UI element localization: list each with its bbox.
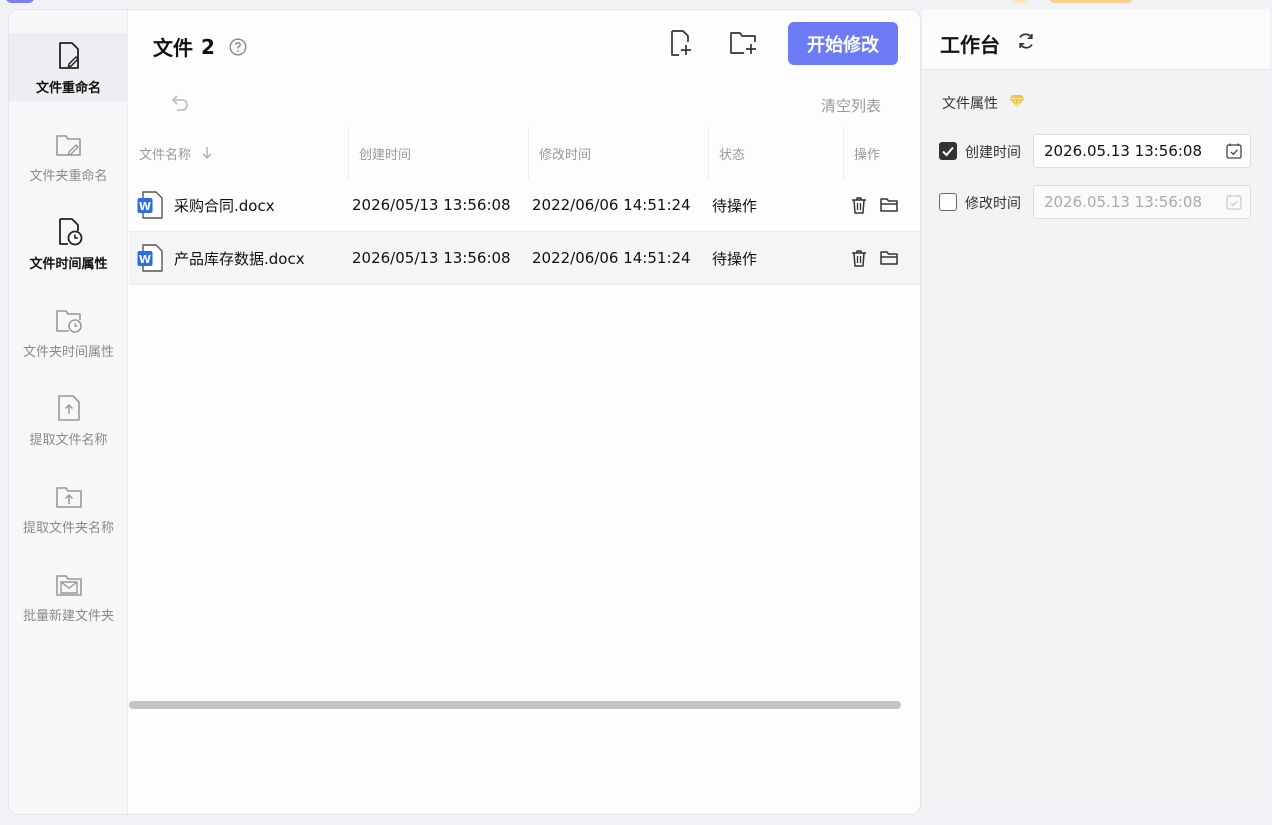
checkmark-icon bbox=[942, 146, 954, 157]
page-title-text: 文件 bbox=[153, 36, 193, 60]
sidebar-item-label: 文件重命名 bbox=[35, 81, 101, 96]
sidebar-item-label: 文件时间属性 bbox=[29, 257, 108, 272]
word-document-icon: W bbox=[137, 191, 163, 219]
add-file-icon[interactable] bbox=[666, 28, 696, 58]
help-icon[interactable] bbox=[229, 37, 247, 56]
create-time-label: 创建时间 bbox=[965, 145, 1021, 161]
modify-time-label: 修改时间 bbox=[965, 196, 1021, 212]
horizontal-scrollbar[interactable] bbox=[129, 701, 901, 709]
column-header-label: 修改时间 bbox=[539, 147, 592, 163]
window-top-strip bbox=[0, 0, 1272, 8]
sidebar-item-label: 提取文件名称 bbox=[29, 433, 108, 448]
column-header-actions: 操作 bbox=[854, 127, 880, 179]
main-card: 文件重命名 文件夹重命名 文件时间属性 文件夹时间属性 提取文件名称 提取文件夹… bbox=[8, 9, 921, 815]
column-header-label: 创建时间 bbox=[359, 147, 412, 163]
start-modify-button[interactable]: 开始修改 bbox=[788, 22, 898, 65]
file-name-cell: W 采购合同.docx bbox=[137, 179, 275, 231]
sidebar-item-label: 文件夹时间属性 bbox=[22, 345, 114, 360]
sidebar-item-file-rename[interactable]: 文件重命名 bbox=[9, 33, 128, 101]
status-cell: 待操作 bbox=[712, 249, 758, 268]
premium-diamond-icon bbox=[1009, 95, 1025, 108]
app-tab-indicator[interactable] bbox=[6, 0, 34, 3]
clear-list-button[interactable]: 清空列表 bbox=[821, 95, 881, 116]
file-name-cell: W 产品库存数据.docx bbox=[137, 232, 305, 284]
created-time-cell: 2026/05/13 13:56:08 bbox=[352, 249, 511, 267]
file-name: 采购合同.docx bbox=[174, 196, 275, 215]
workbench-panel: 工作台 文件属性 创建时间 修改时间 bbox=[922, 9, 1270, 795]
open-folder-icon[interactable] bbox=[879, 248, 899, 268]
add-folder-icon[interactable] bbox=[728, 28, 760, 58]
sidebar-item-extract-folder-name[interactable]: 提取文件夹名称 bbox=[9, 473, 128, 541]
modify-time-checkbox[interactable] bbox=[939, 193, 957, 211]
workbench-header: 工作台 bbox=[922, 9, 1270, 70]
folder-time-icon bbox=[55, 310, 82, 333]
column-divider[interactable] bbox=[843, 127, 844, 179]
column-header-status[interactable]: 状态 bbox=[719, 127, 745, 179]
word-document-icon: W bbox=[137, 244, 163, 272]
file-time-icon bbox=[58, 218, 82, 246]
column-header-label: 操作 bbox=[854, 147, 881, 163]
column-header-name[interactable]: 文件名称 bbox=[139, 127, 213, 179]
calendar-check-icon[interactable] bbox=[1225, 193, 1243, 211]
sort-arrow-down-icon[interactable] bbox=[201, 146, 213, 160]
create-time-row: 创建时间 bbox=[939, 134, 1259, 168]
sidebar-item-label: 文件夹重命名 bbox=[29, 169, 108, 184]
open-folder-icon[interactable] bbox=[879, 195, 899, 215]
column-header-label: 状态 bbox=[719, 147, 746, 163]
vip-badge[interactable] bbox=[1010, 0, 1030, 3]
file-list-area: 文件 2 开始修改 清空列表 文件名称 创建时间 修改时间 状态 操作 W 采购… bbox=[129, 10, 920, 814]
column-header-modified[interactable]: 修改时间 bbox=[539, 127, 591, 179]
sidebar-item-label: 提取文件夹名称 bbox=[22, 521, 114, 536]
refresh-icon[interactable] bbox=[1016, 31, 1036, 51]
table-row[interactable]: W 产品库存数据.docx 2026/05/13 13:56:08 2022/0… bbox=[129, 232, 920, 285]
sidebar-item-batch-new-folder[interactable]: 批量新建文件夹 bbox=[9, 561, 128, 629]
modified-time-cell: 2022/06/06 14:51:24 bbox=[532, 249, 691, 267]
modify-time-row: 修改时间 bbox=[939, 185, 1259, 219]
upgrade-badge[interactable] bbox=[1048, 0, 1134, 3]
svg-text:W: W bbox=[139, 253, 151, 266]
sidebar-item-label: 批量新建文件夹 bbox=[22, 609, 114, 624]
undo-icon[interactable] bbox=[168, 93, 190, 113]
batch-new-folder-icon bbox=[55, 575, 82, 596]
sidebar-item-extract-file-name[interactable]: 提取文件名称 bbox=[9, 385, 128, 453]
table-header: 文件名称 创建时间 修改时间 状态 操作 bbox=[129, 127, 920, 179]
created-time-cell: 2026/05/13 13:56:08 bbox=[352, 196, 511, 214]
column-divider[interactable] bbox=[348, 127, 349, 179]
calendar-check-icon[interactable] bbox=[1225, 142, 1243, 160]
file-attributes-label: 文件属性 bbox=[942, 96, 998, 112]
workbench-title: 工作台 bbox=[940, 33, 1000, 57]
column-header-label: 文件名称 bbox=[139, 147, 192, 163]
sidebar-item-folder-rename[interactable]: 文件夹重命名 bbox=[9, 121, 128, 189]
create-time-input[interactable] bbox=[1033, 134, 1251, 168]
page-title: 文件 2 bbox=[153, 32, 247, 61]
column-divider[interactable] bbox=[708, 127, 709, 179]
extract-folder-name-icon bbox=[55, 487, 82, 508]
file-count: 2 bbox=[201, 34, 215, 59]
delete-icon[interactable] bbox=[849, 248, 869, 268]
column-divider[interactable] bbox=[528, 127, 529, 179]
folder-rename-icon bbox=[55, 135, 81, 156]
sidebar: 文件重命名 文件夹重命名 文件时间属性 文件夹时间属性 提取文件名称 提取文件夹… bbox=[9, 10, 128, 814]
table-row[interactable]: W 采购合同.docx 2026/05/13 13:56:08 2022/06/… bbox=[129, 179, 920, 232]
file-rename-icon bbox=[58, 42, 79, 69]
sidebar-item-file-time[interactable]: 文件时间属性 bbox=[9, 209, 128, 277]
delete-icon[interactable] bbox=[849, 195, 869, 215]
modify-time-input[interactable] bbox=[1033, 185, 1251, 219]
file-name: 产品库存数据.docx bbox=[174, 249, 305, 268]
svg-text:W: W bbox=[139, 200, 151, 213]
sidebar-item-folder-time[interactable]: 文件夹时间属性 bbox=[9, 297, 128, 365]
modified-time-cell: 2022/06/06 14:51:24 bbox=[532, 196, 691, 214]
status-cell: 待操作 bbox=[712, 196, 758, 215]
column-header-created[interactable]: 创建时间 bbox=[359, 127, 411, 179]
extract-file-name-icon bbox=[57, 395, 80, 421]
create-time-checkbox[interactable] bbox=[939, 142, 957, 160]
